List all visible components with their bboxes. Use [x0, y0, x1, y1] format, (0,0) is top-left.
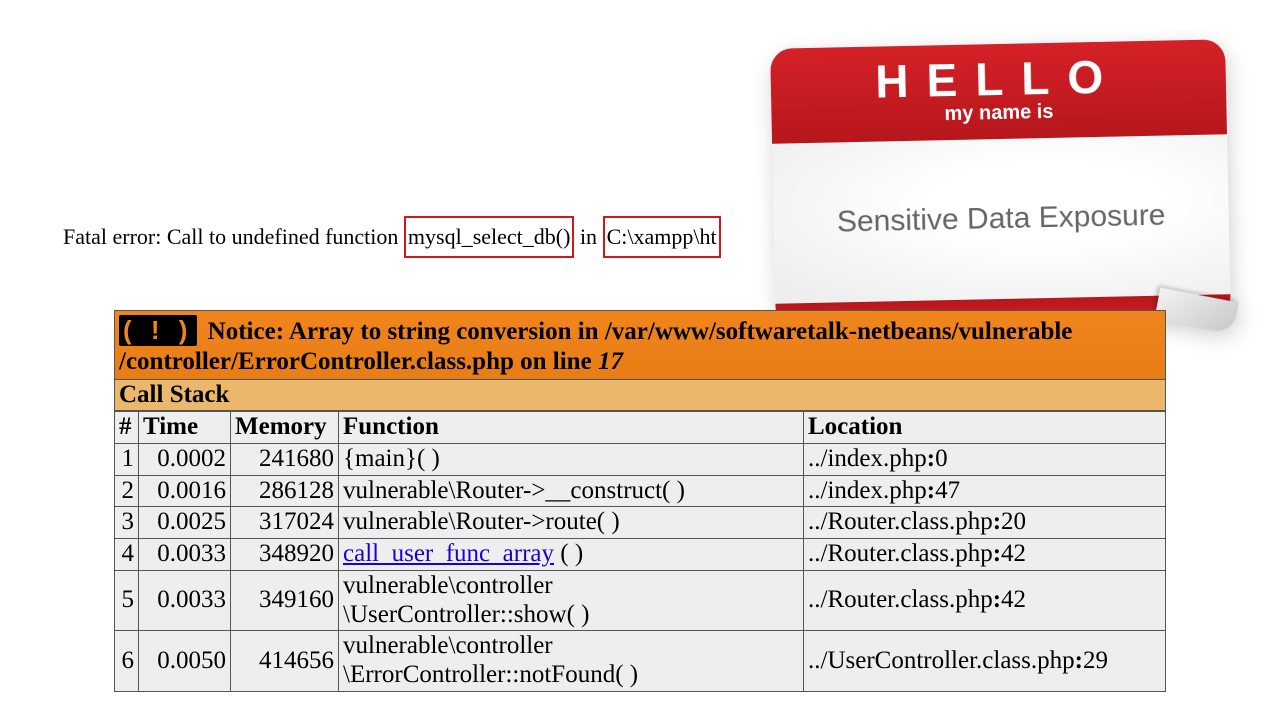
- loc-path: ../Router.class.php: [808, 540, 993, 567]
- loc-line: 0: [935, 445, 948, 472]
- cell-function: vulnerable\controller\ErrorController::n…: [339, 631, 804, 692]
- loc-line: 29: [1083, 647, 1108, 674]
- cell-time: 0.0033: [139, 539, 231, 571]
- cell-memory: 286128: [231, 475, 339, 507]
- loc-colon: :: [993, 586, 1001, 613]
- function-suffix: ( ): [554, 540, 583, 567]
- header-num: #: [115, 412, 139, 444]
- cell-num: 4: [115, 539, 139, 571]
- table-row: 30.0025317024vulnerable\Router->route( )…: [115, 507, 1166, 539]
- cell-num: 2: [115, 475, 139, 507]
- error-prefix: Fatal error: Call to undefined function: [63, 224, 398, 249]
- cell-num: 3: [115, 507, 139, 539]
- header-location: Location: [804, 412, 1166, 444]
- loc-line: 42: [1001, 586, 1026, 613]
- cell-memory: 317024: [231, 507, 339, 539]
- header-time: Time: [139, 412, 231, 444]
- cell-location: ../index.php:0: [804, 443, 1166, 475]
- cell-num: 6: [115, 631, 139, 692]
- cell-time: 0.0002: [139, 443, 231, 475]
- cell-time: 0.0016: [139, 475, 231, 507]
- fatal-error-text: Fatal error: Call to undefined function …: [63, 224, 721, 250]
- loc-path: ../index.php: [808, 477, 927, 504]
- table-row: 20.0016286128vulnerable\Router->__constr…: [115, 475, 1166, 507]
- table-row: 40.0033348920call_user_func_array ( )../…: [115, 539, 1166, 571]
- loc-colon: :: [993, 508, 1001, 535]
- cell-location: ../Router.class.php:42: [804, 539, 1166, 571]
- error-highlight-path: C:\xampp\ht: [603, 216, 721, 258]
- cell-location: ../UserController.class.php:29: [804, 631, 1166, 692]
- notice-line-number: 17: [598, 348, 623, 375]
- cell-memory: 348920: [231, 539, 339, 571]
- loc-colon: :: [927, 445, 935, 472]
- cell-time: 0.0025: [139, 507, 231, 539]
- cell-num: 5: [115, 570, 139, 631]
- xdebug-panel: ( ! ) Notice: Array to string conversion…: [114, 310, 1166, 692]
- cell-location: ../Router.class.php:20: [804, 507, 1166, 539]
- cell-memory: 349160: [231, 570, 339, 631]
- loc-path: ../index.php: [808, 445, 927, 472]
- loc-line: 47: [935, 477, 960, 504]
- loc-colon: :: [927, 477, 935, 504]
- loc-line: 20: [1001, 508, 1026, 535]
- cell-function: vulnerable\Router->route( ): [339, 507, 804, 539]
- loc-colon: :: [1075, 647, 1083, 674]
- cell-function: call_user_func_array ( ): [339, 539, 804, 571]
- cell-location: ../index.php:47: [804, 475, 1166, 507]
- loc-path: ../Router.class.php: [808, 586, 993, 613]
- loc-path: ../UserController.class.php: [808, 647, 1075, 674]
- nametag-title: Sensitive Data Exposure: [837, 199, 1166, 240]
- callstack-heading: Call Stack: [114, 380, 1166, 411]
- notice-text-a: Notice: Array to string conversion in /v…: [208, 318, 1073, 345]
- cell-memory: 414656: [231, 631, 339, 692]
- cell-time: 0.0050: [139, 631, 231, 692]
- cell-function: vulnerable\Router->__construct( ): [339, 475, 804, 507]
- error-mid: in: [580, 224, 597, 249]
- table-row: 50.0033349160vulnerable\controller\UserC…: [115, 570, 1166, 631]
- loc-line: 42: [1001, 540, 1026, 567]
- table-header-row: # Time Memory Function Location: [115, 412, 1166, 444]
- cell-function: vulnerable\controller\UserController::sh…: [339, 570, 804, 631]
- cell-num: 1: [115, 443, 139, 475]
- nametag-top: HELLO my name is: [770, 39, 1227, 144]
- notice-text-b: /controller/ErrorController.class.php on…: [119, 348, 598, 375]
- cell-time: 0.0033: [139, 570, 231, 631]
- header-function: Function: [339, 412, 804, 444]
- error-highlight-function: mysql_select_db(): [404, 216, 575, 258]
- xdebug-notice: ( ! ) Notice: Array to string conversion…: [114, 310, 1166, 380]
- callstack-table: # Time Memory Function Location 10.00022…: [114, 411, 1166, 692]
- cell-memory: 241680: [231, 443, 339, 475]
- nametag-sticker: HELLO my name is Sensitive Data Exposure: [770, 39, 1231, 331]
- header-memory: Memory: [231, 412, 339, 444]
- loc-path: ../Router.class.php: [808, 508, 993, 535]
- table-row: 60.0050414656vulnerable\controller\Error…: [115, 631, 1166, 692]
- function-link[interactable]: call_user_func_array: [343, 540, 554, 567]
- cell-function: {main}( ): [339, 443, 804, 475]
- cell-location: ../Router.class.php:42: [804, 570, 1166, 631]
- loc-colon: :: [993, 540, 1001, 567]
- table-row: 10.0002241680{main}( )../index.php:0: [115, 443, 1166, 475]
- warning-icon: ( ! ): [119, 315, 197, 346]
- nametag-body: Sensitive Data Exposure: [772, 134, 1230, 303]
- nametag-curl: [1154, 288, 1239, 334]
